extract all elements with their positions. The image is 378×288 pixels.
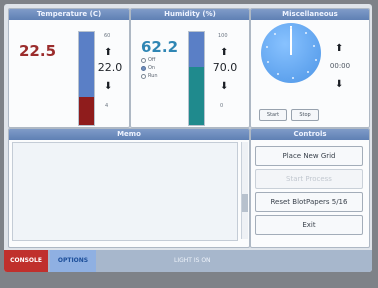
temperature-min-label: 4 xyxy=(105,103,109,109)
humidity-bar-empty xyxy=(189,32,204,68)
controls-panel: Controls Place New Grid Start Process Re… xyxy=(250,128,370,248)
memo-scrollbar-thumb[interactable] xyxy=(242,194,248,212)
temperature-bar-fill xyxy=(79,97,94,125)
dial-hand xyxy=(290,26,292,55)
humidity-up-icon[interactable]: ⬆ xyxy=(220,47,228,58)
dial-tick xyxy=(277,73,279,75)
dial-tick xyxy=(292,77,294,79)
tab-console[interactable]: CONSOLE xyxy=(4,250,48,272)
stop-button[interactable]: Stop xyxy=(291,109,319,121)
memo-scrollbar[interactable] xyxy=(241,142,248,239)
dial-tick xyxy=(315,59,317,61)
temperature-current-value: 22.5 xyxy=(19,42,57,60)
temperature-down-icon[interactable]: ⬇ xyxy=(104,81,112,92)
humidity-mode-on[interactable]: On xyxy=(141,65,155,71)
memo-text-area[interactable] xyxy=(12,142,238,241)
humidity-panel-title: Humidity (%) xyxy=(131,9,249,20)
dial-tick xyxy=(266,46,268,48)
humidity-bar-fill xyxy=(189,67,204,125)
temperature-max-label: 60 xyxy=(104,33,111,39)
tab-options[interactable]: OPTIONS xyxy=(50,250,96,272)
humidity-mode-run[interactable]: Run xyxy=(141,73,158,79)
temperature-panel-title: Temperature (C) xyxy=(9,9,129,20)
miscellaneous-panel: Miscellaneous ⬆ 00:00 ⬇ Start Stop xyxy=(250,8,370,128)
humidity-down-icon[interactable]: ⬇ xyxy=(220,81,228,92)
exit-button[interactable]: Exit xyxy=(255,215,363,235)
bottom-status-bar: CONSOLE OPTIONS LIGHT IS ON xyxy=(4,250,372,272)
temperature-level-bar xyxy=(78,31,95,126)
humidity-current-value: 62.2 xyxy=(141,38,179,56)
dial-tick xyxy=(313,45,315,47)
temperature-panel: Temperature (C) 22.5 60 ⬆ 22.0 ⬇ 4 xyxy=(8,8,130,128)
timer-down-icon[interactable]: ⬇ xyxy=(335,79,343,90)
timer-display: 00:00 xyxy=(329,62,351,70)
dial-tick xyxy=(305,32,307,34)
humidity-min-label: 0 xyxy=(220,103,224,109)
dial-tick xyxy=(267,61,269,63)
start-process-button[interactable]: Start Process xyxy=(255,169,363,189)
humidity-level-bar xyxy=(188,31,205,126)
miscellaneous-panel-title: Miscellaneous xyxy=(251,9,369,20)
dial-tick xyxy=(290,27,292,29)
dial-tick xyxy=(274,33,276,35)
humidity-mode-on-label: On xyxy=(148,65,156,71)
dial-tick xyxy=(307,71,309,73)
light-status-text: LIGHT IS ON xyxy=(174,257,211,264)
humidity-mode-off[interactable]: Off xyxy=(141,57,155,63)
humidity-mode-run-label: Run xyxy=(148,73,158,79)
touchscreen-display: Temperature (C) 22.5 60 ⬆ 22.0 ⬇ 4 Humid… xyxy=(4,4,372,272)
radio-run-icon xyxy=(141,73,146,79)
radio-on-icon xyxy=(141,65,146,71)
humidity-mode-off-label: Off xyxy=(148,57,156,63)
place-new-grid-button[interactable]: Place New Grid xyxy=(255,146,363,166)
timer-dial-icon[interactable] xyxy=(261,23,321,83)
temperature-setpoint: 22.0 xyxy=(97,61,123,74)
temperature-up-icon[interactable]: ⬆ xyxy=(104,47,112,58)
controls-panel-title: Controls xyxy=(251,129,369,140)
radio-off-icon xyxy=(141,57,146,63)
memo-panel: Memo xyxy=(8,128,250,248)
timer-up-icon[interactable]: ⬆ xyxy=(335,43,343,54)
reset-blotpapers-button[interactable]: Reset BlotPapers 5/16 xyxy=(255,192,363,212)
humidity-setpoint: 70.0 xyxy=(212,61,238,74)
start-button[interactable]: Start xyxy=(259,109,287,121)
memo-panel-title: Memo xyxy=(9,129,249,140)
humidity-max-label: 100 xyxy=(218,33,228,39)
humidity-panel: Humidity (%) 62.2 Off On Run 100 ⬆ 70.0 … xyxy=(130,8,250,128)
